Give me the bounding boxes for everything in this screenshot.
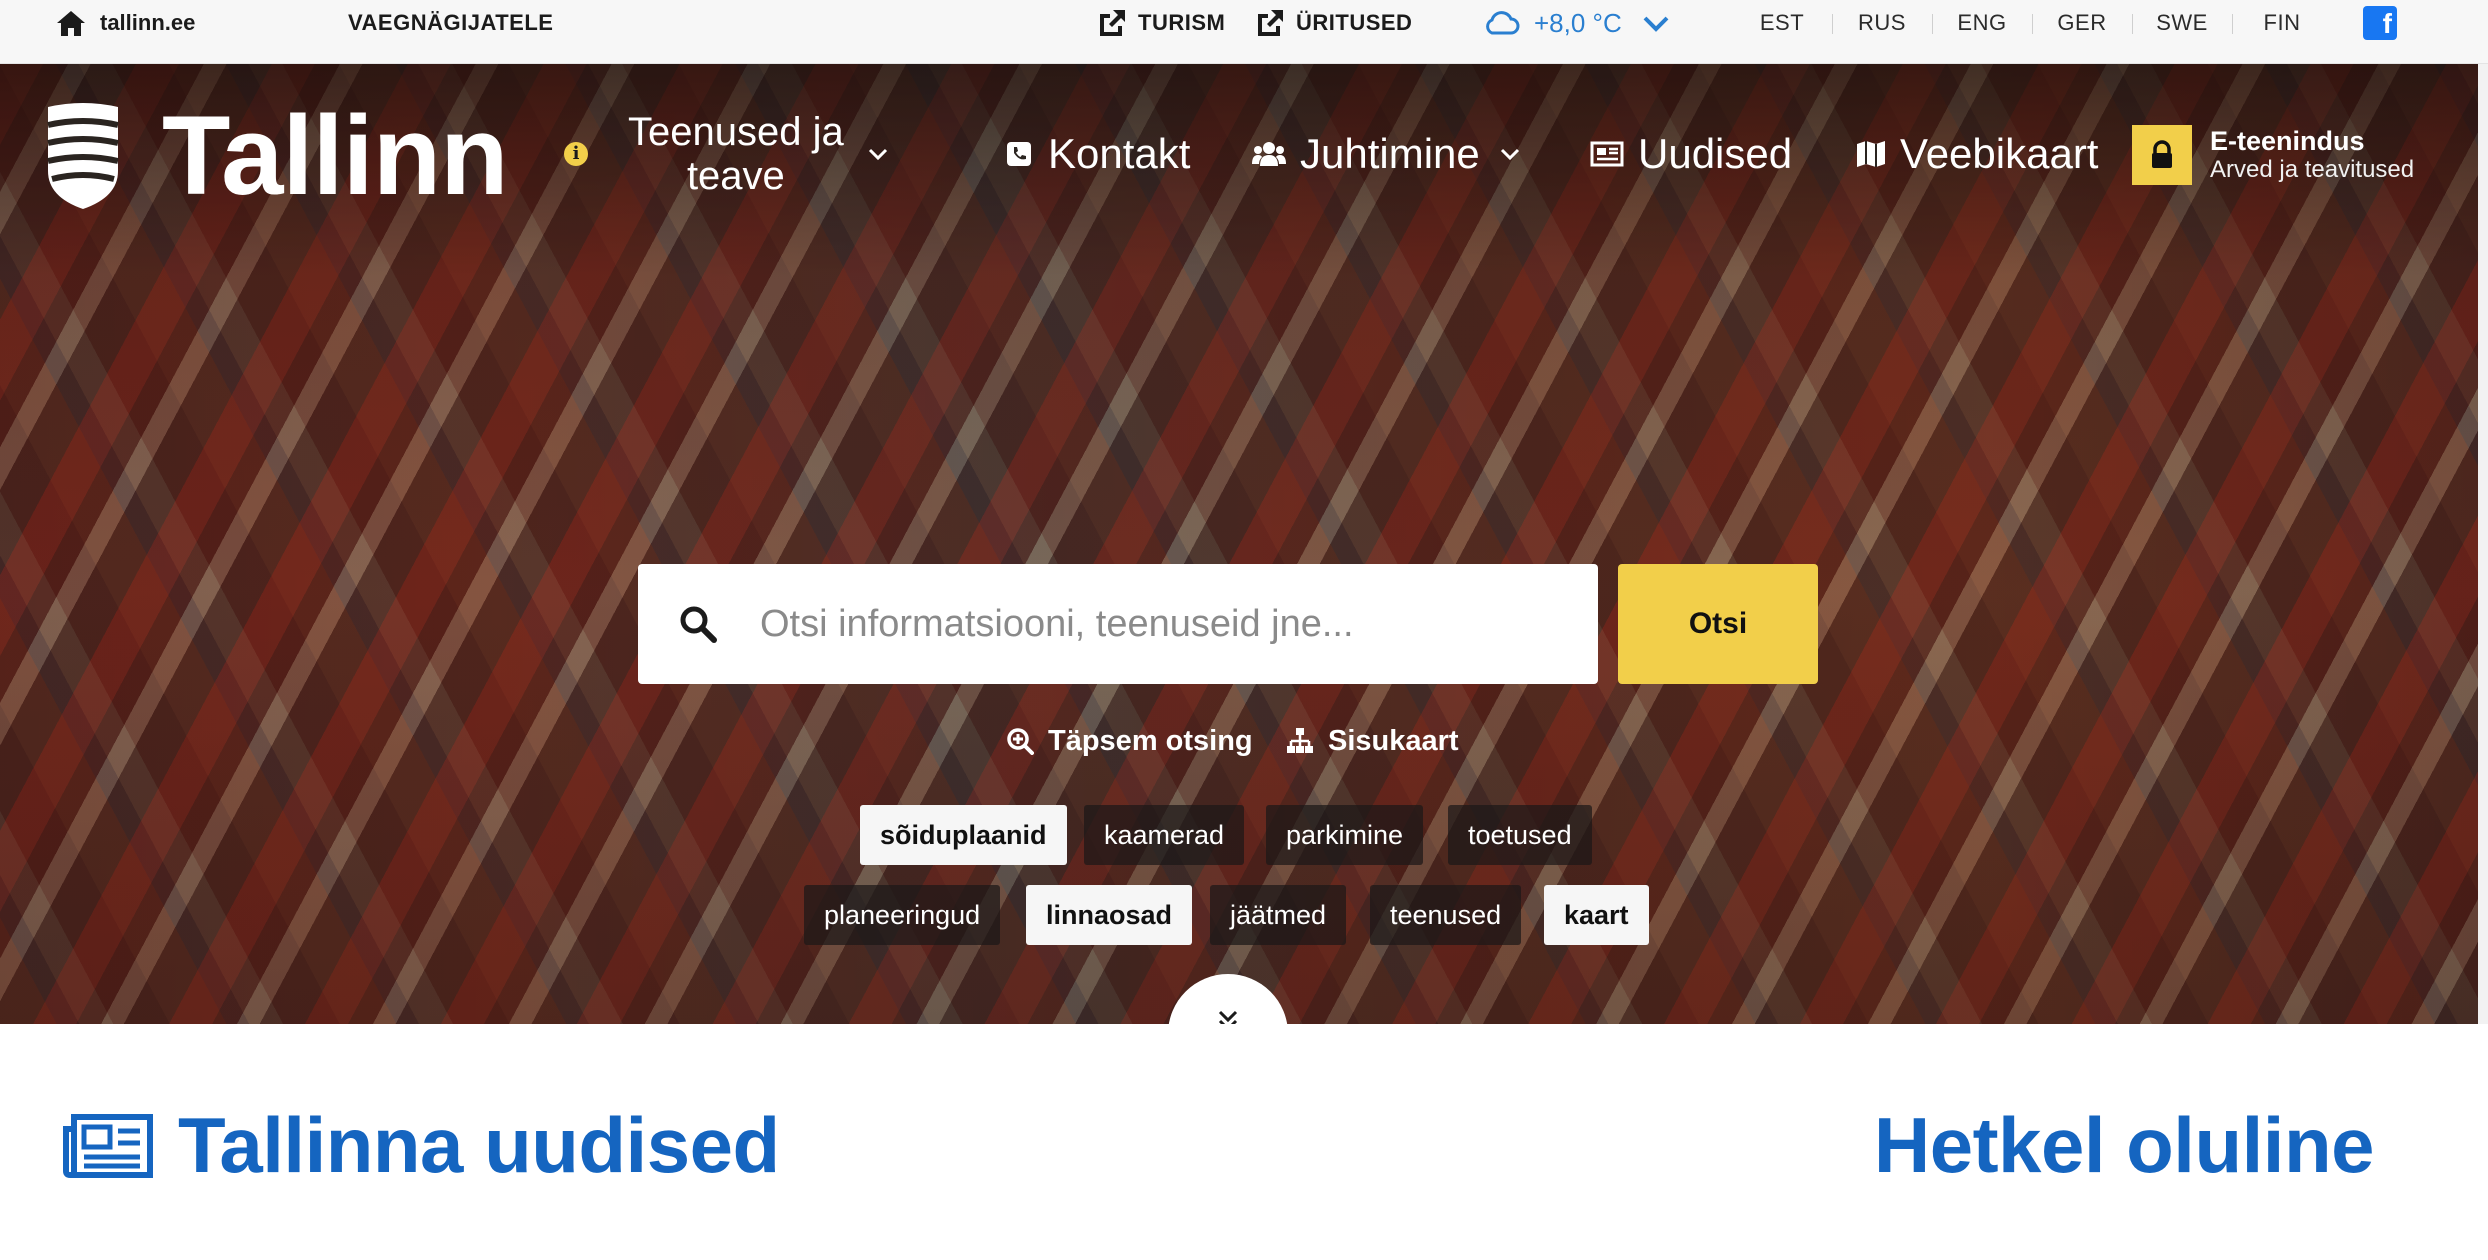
search-input[interactable] xyxy=(760,602,1580,646)
weather-widget[interactable]: +8,0 °C xyxy=(1482,6,1670,40)
tallinn-crest-icon xyxy=(47,103,119,209)
phone-icon xyxy=(1007,142,1031,166)
nav-services-label-line2: teave xyxy=(686,154,785,198)
newspaper-icon xyxy=(1590,141,1624,167)
tag-planeeringud[interactable]: planeeringud xyxy=(804,885,1001,945)
tourism-link[interactable]: TURISM xyxy=(1094,6,1225,40)
chevron-down-icon xyxy=(1643,16,1669,32)
sitemap-label: Sisukaart xyxy=(1328,724,1459,757)
lock-icon xyxy=(2132,125,2192,185)
news-section-heading: Tallinna uudised xyxy=(62,1100,780,1191)
zoom-search-icon xyxy=(1007,728,1034,755)
lang-est[interactable]: EST xyxy=(1732,10,1832,36)
home-icon xyxy=(57,11,85,36)
top-utility-bar: tallinn.ee VAEGNÄGIJATELE TURISM ÜRITUSE… xyxy=(0,0,2488,64)
important-heading: Hetkel oluline xyxy=(1873,1101,2375,1189)
chevron-down-icon xyxy=(868,148,887,161)
nav-news-label: Uudised xyxy=(1638,130,1793,177)
visually-impaired-link[interactable]: VAEGNÄGIJATELE xyxy=(348,8,553,38)
info-icon: i xyxy=(564,142,588,166)
page-scrollbar[interactable] xyxy=(2478,64,2488,1024)
logo-wordmark: Tallinn xyxy=(162,93,509,218)
lang-swe[interactable]: SWE xyxy=(2132,10,2232,36)
nav-management[interactable]: Juhtimine xyxy=(1252,64,1522,244)
facebook-icon[interactable]: f xyxy=(2363,6,2397,40)
tag-toetused[interactable]: toetused xyxy=(1448,805,1592,865)
sitemap-link[interactable]: Sisukaart xyxy=(1286,719,1459,763)
external-link-icon xyxy=(1258,10,1283,36)
home-link[interactable]: tallinn.ee xyxy=(54,8,195,38)
tag-jaatmed[interactable]: jäätmed xyxy=(1210,885,1347,945)
news-title: Tallinna uudised xyxy=(178,1101,780,1189)
events-link[interactable]: ÜRITUSED xyxy=(1252,6,1412,40)
advanced-search-label: Täpsem otsing xyxy=(1048,724,1253,757)
advanced-search-link[interactable]: Täpsem otsing xyxy=(1006,719,1253,763)
external-link-icon xyxy=(1100,10,1125,36)
sitemap-icon xyxy=(1287,728,1313,753)
cloud-icon xyxy=(1486,11,1520,35)
hero-banner: Tallinn i Teenused ja teave Kontakt Juht… xyxy=(0,64,2488,1024)
tag-linnaosad[interactable]: linnaosad xyxy=(1026,885,1193,945)
users-icon xyxy=(1252,142,1286,166)
home-link-label: tallinn.ee xyxy=(100,10,196,35)
tag-soiduplaanid[interactable]: sõiduplaanid xyxy=(860,805,1067,865)
search-button[interactable]: Otsi xyxy=(1618,564,1818,684)
double-chevron-down-icon xyxy=(1218,1010,1238,1024)
lang-rus[interactable]: RUS xyxy=(1832,10,1932,36)
eservice-subtitle: Arved ja teavitused xyxy=(2210,156,2415,183)
tag-kaamerad[interactable]: kaamerad xyxy=(1084,805,1245,865)
nav-webmap-label: Veebikaart xyxy=(1900,130,2099,177)
tag-parkimine[interactable]: parkimine xyxy=(1266,805,1424,865)
scroll-down-button[interactable] xyxy=(1168,974,1288,1024)
events-link-label: ÜRITUSED xyxy=(1296,10,1413,35)
nav-management-label: Juhtimine xyxy=(1300,130,1480,177)
nav-news[interactable]: Uudised xyxy=(1590,64,1792,244)
tag-kaart[interactable]: kaart xyxy=(1544,885,1649,945)
map-icon xyxy=(1857,141,1885,167)
search-sublinks: Täpsem otsing Sisukaart xyxy=(0,719,2488,763)
lang-ger[interactable]: GER xyxy=(2032,10,2132,36)
nav-webmap[interactable]: Veebikaart xyxy=(1856,64,2098,244)
nav-services[interactable]: i Teenused ja teave xyxy=(564,64,890,244)
nav-contact[interactable]: Kontakt xyxy=(1006,64,1190,244)
search-box xyxy=(638,564,1598,684)
eservice-button[interactable]: E-teenindus Arved ja teavitused xyxy=(2132,124,2414,186)
tallinn-logo[interactable]: Tallinn xyxy=(44,93,509,218)
search-icon xyxy=(680,606,717,643)
lang-fin[interactable]: FIN xyxy=(2232,10,2332,36)
lang-eng[interactable]: ENG xyxy=(1932,10,2032,36)
tag-teenused[interactable]: teenused xyxy=(1370,885,1522,945)
eservice-title: E-teenindus xyxy=(2210,126,2365,156)
chevron-down-icon xyxy=(1500,148,1519,161)
nav-contact-label: Kontakt xyxy=(1048,130,1191,177)
weather-temperature: +8,0 °C xyxy=(1534,7,1622,38)
language-switcher: EST RUS ENG GER SWE FIN xyxy=(1732,8,2332,38)
tourism-link-label: TURISM xyxy=(1138,10,1226,35)
nav-services-label-line1: Teenused ja xyxy=(628,110,844,154)
newspaper-icon xyxy=(63,1113,153,1178)
